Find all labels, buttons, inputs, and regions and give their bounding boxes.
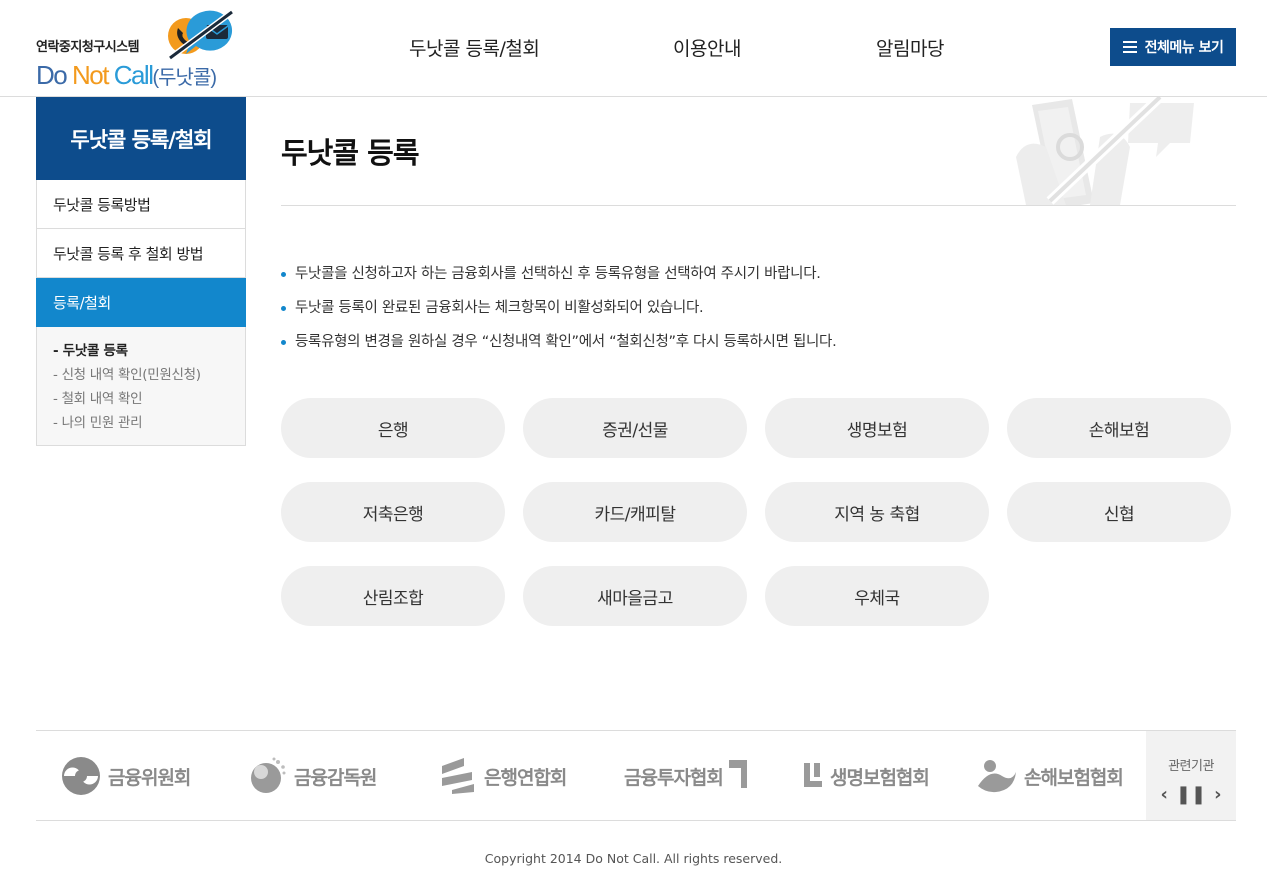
fss-logo-icon: [251, 757, 286, 793]
all-menu-label: 전체메뉴 보기: [1144, 40, 1224, 56]
title-divider: [281, 205, 1236, 206]
sidebar-item-how-to-withdraw[interactable]: 두낫콜 등록 후 철회 방법: [36, 229, 246, 278]
klia-logo-icon: [804, 763, 822, 787]
sidebar-submenu: - 두낫콜 등록 - 신청 내역 확인(민원신청) - 철회 내역 확인 - 나…: [36, 327, 246, 446]
org-kfb-link[interactable]: 은행연합회: [438, 753, 567, 799]
org-kofia-link[interactable]: 금융투자협회: [624, 753, 749, 799]
fsc-logo-icon: [62, 757, 100, 795]
org-name: 금융감독원: [294, 766, 377, 789]
related-orgs-panel: 관련기관 ‹ ❚❚ ›: [1146, 731, 1236, 820]
submenu-application-history[interactable]: - 신청 내역 확인(민원신청): [53, 363, 245, 387]
submenu-withdraw-history[interactable]: - 철회 내역 확인: [53, 387, 245, 411]
nav-notices[interactable]: 알림마당: [876, 34, 944, 61]
notice-item: 등록유형의 변경을 원하실 경우 “신청내역 확인”에서 “철회신청”후 다시 …: [281, 325, 837, 359]
category-post-office-button[interactable]: 우체국: [765, 566, 989, 626]
all-menu-button[interactable]: 전체메뉴 보기: [1110, 28, 1236, 66]
sidebar: 두낫콜 등록/철회 두낫콜 등록방법 두낫콜 등록 후 철회 방법 등록/철회 …: [36, 97, 246, 446]
category-nonlife-insurance-button[interactable]: 손해보험: [1007, 398, 1231, 458]
category-savings-bank-button[interactable]: 저축은행: [281, 482, 505, 542]
copyright: Copyright 2014 Do Not Call. All rights r…: [484, 851, 783, 866]
logo-word-do: Do: [36, 60, 68, 90]
category-life-insurance-button[interactable]: 생명보험: [765, 398, 989, 458]
category-credit-union-button[interactable]: 신협: [1007, 482, 1231, 542]
logo-word-not: Not: [71, 60, 109, 90]
knia-logo-icon: [978, 760, 1016, 793]
header: 연락중지청구시스템 Do Not Call(두낫콜) 두낫콜 등록/철회 이용안…: [0, 0, 1267, 97]
notice-item: 두낫콜 등록이 완료된 금융회사는 체크항목이 비활성화되어 있습니다.: [281, 291, 836, 325]
chevron-right-icon[interactable]: ›: [1214, 784, 1221, 805]
org-name: 은행연합회: [484, 766, 567, 789]
related-orgs-controls: ‹ ❚❚ ›: [1146, 784, 1236, 805]
notice-item: 두낫콜을 신청하고자 하는 금융회사를 선택하신 후 등록유형을 선택하여 주시…: [281, 257, 836, 291]
category-forestry-coop-button[interactable]: 산림조합: [281, 566, 505, 626]
logo-wordmark: Do Not Call(두낫콜): [36, 60, 217, 91]
related-orgs-label: 관련기관: [1168, 759, 1214, 774]
site-logo[interactable]: 연락중지청구시스템 Do Not Call(두낫콜): [36, 8, 256, 90]
nav-register-withdraw[interactable]: 두낫콜 등록/철회: [409, 34, 540, 61]
sidebar-title: 두낫콜 등록/철회: [36, 97, 246, 180]
no-call-logo-icon: [168, 9, 234, 61]
logo-word-call: Call: [113, 60, 154, 90]
kofia-logo-icon: [728, 760, 747, 788]
submenu-my-complaints[interactable]: - 나의 민원 관리: [53, 411, 245, 435]
category-nonghyup-button[interactable]: 지역 농 축협: [765, 482, 989, 542]
logo-word-korean: (두낫콜): [152, 67, 217, 89]
page-title: 두낫콜 등록: [281, 136, 419, 170]
org-name: 손해보험협회: [1024, 766, 1124, 789]
notice-list: 두낫콜을 신청하고자 하는 금융회사를 선택하신 후 등록유형을 선택하여 주시…: [281, 257, 837, 359]
org-fsc-link[interactable]: 금융위원회: [60, 753, 191, 799]
category-saemaul-button[interactable]: 새마을금고: [523, 566, 747, 626]
logo-subtitle: 연락중지청구시스템: [36, 40, 140, 55]
pause-icon[interactable]: ❚❚: [1176, 784, 1206, 805]
sidebar-item-how-to-register[interactable]: 두낫콜 등록방법: [36, 180, 246, 229]
submenu-register[interactable]: - 두낫콜 등록: [53, 339, 245, 363]
org-klia-link[interactable]: 생명보험협회: [802, 753, 930, 799]
sidebar-item-register-withdraw[interactable]: 등록/철회: [36, 278, 246, 327]
category-card-capital-button[interactable]: 카드/캐피탈: [523, 482, 747, 542]
hand-phone-illustration: [1016, 97, 1194, 205]
org-knia-link[interactable]: 손해보험협회: [976, 753, 1124, 799]
org-name: 생명보험협회: [830, 766, 930, 789]
category-securities-button[interactable]: 증권/선물: [523, 398, 747, 458]
category-bank-button[interactable]: 은행: [281, 398, 505, 458]
hamburger-icon: [1122, 41, 1137, 53]
org-fss-link[interactable]: 금융감독원: [248, 753, 377, 799]
chevron-left-icon[interactable]: ‹: [1160, 784, 1167, 805]
org-name: 금융위원회: [108, 766, 191, 789]
kfb-logo-icon: [442, 758, 474, 794]
nav-guide[interactable]: 이용안내: [673, 34, 741, 61]
org-name: 금융투자협회: [624, 766, 724, 789]
related-orgs-band: 금융위원회 금융감독원 은행연합회 금융투자협회 생명보험협회 손해보험협회 관…: [36, 730, 1236, 821]
